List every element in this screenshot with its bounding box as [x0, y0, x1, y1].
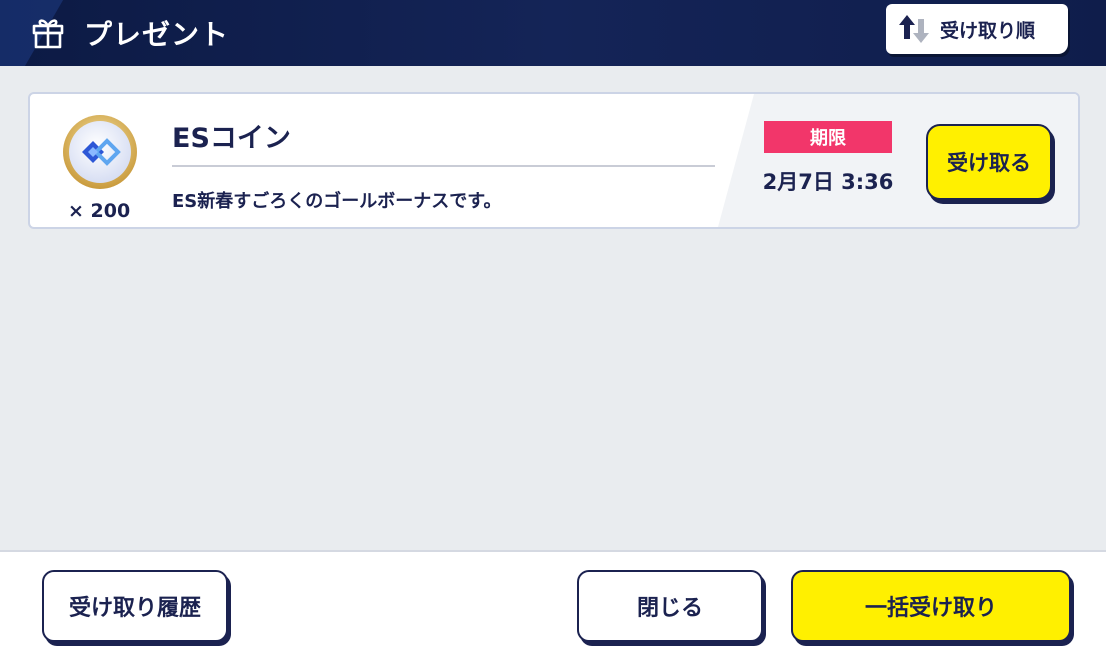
present-quantity: × 200 [68, 200, 131, 222]
header-bar: プレゼント 受け取り順 [0, 0, 1106, 66]
present-divider [172, 165, 715, 167]
close-button[interactable]: 閉じる [577, 570, 763, 642]
present-item: × 200 ESコイン ES新春すごろくのゴールボーナスです。 期限 2月7日 … [28, 92, 1080, 229]
sort-order-label: 受け取り順 [940, 19, 1036, 42]
limit-date: 2月7日 3:36 [762, 170, 894, 194]
gift-icon [32, 19, 64, 49]
receive-button[interactable]: 受け取る [926, 124, 1052, 200]
present-description: ES新春すごろくのゴールボーナスです。 [172, 191, 502, 212]
page-title: プレゼント [84, 18, 230, 51]
present-name: ESコイン [172, 123, 291, 154]
history-button[interactable]: 受け取り履歴 [42, 570, 228, 642]
footer-bar: 受け取り履歴 閉じる 一括受け取り [0, 550, 1106, 660]
es-coin-icon [63, 115, 137, 189]
sort-order-button[interactable]: 受け取り順 [886, 4, 1068, 54]
bulk-receive-button[interactable]: 一括受け取り [791, 570, 1071, 642]
limit-badge: 期限 [764, 121, 892, 153]
sort-arrows-icon [899, 15, 929, 43]
